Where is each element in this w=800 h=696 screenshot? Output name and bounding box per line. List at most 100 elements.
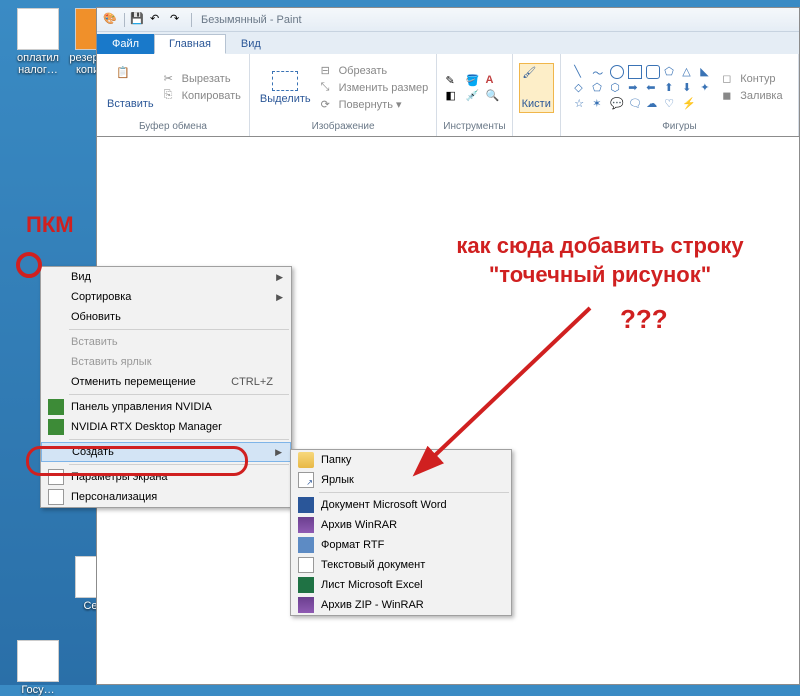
word-icon — [298, 497, 314, 513]
hexagon-shape[interactable]: ⬡ — [610, 81, 624, 95]
menu-item[interactable]: Обновить — [41, 307, 291, 327]
menu-item[interactable]: Ярлык — [291, 470, 511, 490]
pencil-icon[interactable]: ✎ — [445, 74, 463, 87]
menu-item-label: Вставить ярлык — [71, 356, 152, 368]
curve-shape[interactable]: ～ — [592, 65, 606, 79]
fill-icon: ◼ — [722, 89, 736, 103]
clipboard-icon: 📋 — [116, 66, 144, 96]
tab-home[interactable]: Главная — [154, 34, 226, 54]
menu-item[interactable]: Отменить перемещениеCTRL+Z — [41, 372, 291, 392]
desktop-icon[interactable]: Госу… — [4, 640, 72, 696]
menu-item[interactable]: Архив WinRAR — [291, 515, 511, 535]
rect-shape[interactable] — [628, 65, 642, 79]
crop-button[interactable]: ⊟Обрезать — [319, 63, 431, 79]
line-shape[interactable]: ╲ — [574, 65, 588, 79]
group-brushes: 🖌Кисти — [513, 54, 561, 136]
submenu-arrow-icon: ▶ — [276, 272, 283, 283]
pentagon-shape[interactable]: ⬠ — [592, 81, 606, 95]
menu-item-label: Сортировка — [71, 291, 131, 303]
resize-icon: ⤡ — [321, 81, 335, 95]
tab-view[interactable]: Вид — [226, 34, 276, 54]
resize-button[interactable]: ⤡Изменить размер — [319, 80, 431, 96]
star6-shape[interactable]: ✶ — [592, 97, 606, 111]
zoom-icon[interactable]: 🔍 — [485, 89, 503, 102]
desktop-icon-label: Госу… — [4, 684, 72, 696]
cut-button[interactable]: ✂Вырезать — [162, 71, 243, 87]
gear-icon — [48, 489, 64, 505]
diamond-shape[interactable]: ◇ — [574, 81, 588, 95]
menu-item[interactable]: Вид ▶ — [41, 267, 291, 287]
picker-icon[interactable]: 💉 — [465, 89, 483, 102]
annotation-question: как сюда добавить строку "точечный рисун… — [420, 232, 780, 289]
menu-item[interactable]: Документ Microsoft Word — [291, 495, 511, 515]
menu-item[interactable]: Лист Microsoft Excel — [291, 575, 511, 595]
copy-button[interactable]: ⎘Копировать — [162, 88, 243, 104]
paste-button[interactable]: 📋Вставить — [103, 64, 158, 112]
shapes-gallery[interactable]: ╲ ～ ⬠ △ ◣ ◇ ⬠ ⬡ ➡ ⬅ ⬆ ⬇ ✦ ☆ — [574, 65, 716, 111]
rotate-button[interactable]: ⟳Повернуть ▾ — [319, 97, 431, 113]
menu-item[interactable]: Формат RTF — [291, 535, 511, 555]
text-icon[interactable]: A — [485, 74, 503, 87]
select-button[interactable]: Выделить — [256, 69, 315, 107]
arrow-u-shape[interactable]: ⬆ — [664, 81, 678, 95]
menu-item[interactable]: Текстовый документ — [291, 555, 511, 575]
menu-item[interactable]: NVIDIA RTX Desktop Manager — [41, 417, 291, 437]
undo-icon[interactable]: ↶ — [150, 12, 166, 28]
eraser-icon[interactable]: ◧ — [445, 89, 463, 102]
nvidia-icon — [48, 419, 64, 435]
arrow-r-shape[interactable]: ➡ — [628, 81, 642, 95]
paint-app-icon: 🎨 — [103, 12, 119, 28]
annotation-oval — [26, 446, 248, 476]
menu-item[interactable]: Вставить — [41, 332, 291, 352]
bolt-shape[interactable]: ⚡ — [682, 97, 696, 111]
star4-shape[interactable]: ✦ — [700, 81, 714, 95]
menu-item-label: Персонализация — [71, 491, 157, 503]
annotation-circle — [16, 252, 42, 278]
triangle-shape[interactable]: △ — [682, 65, 696, 79]
fill-icon[interactable]: 🪣 — [465, 74, 483, 87]
cloud-shape[interactable]: ☁ — [646, 97, 660, 111]
redo-icon[interactable]: ↷ — [170, 12, 186, 28]
menu-item-label: Лист Microsoft Excel — [321, 579, 423, 591]
menu-item-label: Обновить — [71, 311, 121, 323]
menu-item-label: Вставить — [71, 336, 118, 348]
submenu-arrow-icon: ▶ — [276, 292, 283, 303]
rtriangle-shape[interactable]: ◣ — [700, 65, 714, 79]
outline-button[interactable]: ◻Контур — [720, 71, 784, 87]
rotate-icon: ⟳ — [321, 98, 335, 112]
arrow-d-shape[interactable]: ⬇ — [682, 81, 696, 95]
oval-shape[interactable] — [610, 65, 624, 79]
menu-item[interactable]: Архив ZIP - WinRAR — [291, 595, 511, 615]
menu-item[interactable]: Панель управления NVIDIA — [41, 397, 291, 417]
copy-icon: ⎘ — [164, 89, 178, 103]
polygon-shape[interactable]: ⬠ — [664, 65, 678, 79]
callout2-shape[interactable]: 🗨 — [628, 97, 642, 111]
menu-item-label: Вид — [71, 271, 91, 283]
group-image: Выделить ⊟Обрезать ⤡Изменить размер ⟳Пов… — [250, 54, 437, 136]
annotation-qmarks: ??? — [620, 304, 668, 335]
brushes-button[interactable]: 🖌Кисти — [519, 63, 554, 113]
rar-icon — [298, 597, 314, 613]
heart-shape[interactable]: ♡ — [664, 97, 678, 111]
menu-item[interactable]: Вставить ярлык — [41, 352, 291, 372]
fill-button[interactable]: ◼Заливка — [720, 88, 784, 104]
menu-item[interactable]: Персонализация — [41, 487, 291, 507]
group-clipboard: 📋Вставить ✂Вырезать ⎘Копировать Буфер об… — [97, 54, 250, 136]
folder-icon — [298, 452, 314, 468]
tab-file[interactable]: Файл — [97, 34, 154, 54]
menu-item[interactable]: Папку — [291, 450, 511, 470]
menu-item-label: Документ Microsoft Word — [321, 499, 447, 511]
create-submenu: ПапкуЯрлык Документ Microsoft Word Архив W… — [290, 449, 512, 616]
select-icon — [272, 71, 298, 91]
save-icon[interactable]: 💾 — [130, 12, 146, 28]
arrow-l-shape[interactable]: ⬅ — [646, 81, 660, 95]
menu-item-label: Отменить перемещение — [71, 376, 196, 388]
roundrect-shape[interactable] — [646, 65, 660, 79]
star5-shape[interactable]: ☆ — [574, 97, 588, 111]
menu-item-label: Формат RTF — [321, 539, 384, 551]
callout-shape[interactable]: 💬 — [610, 97, 624, 111]
nvidia-icon — [48, 399, 64, 415]
menu-item[interactable]: Сортировка ▶ — [41, 287, 291, 307]
menu-item-label: Архив WinRAR — [321, 519, 397, 531]
scissors-icon: ✂ — [164, 72, 178, 86]
